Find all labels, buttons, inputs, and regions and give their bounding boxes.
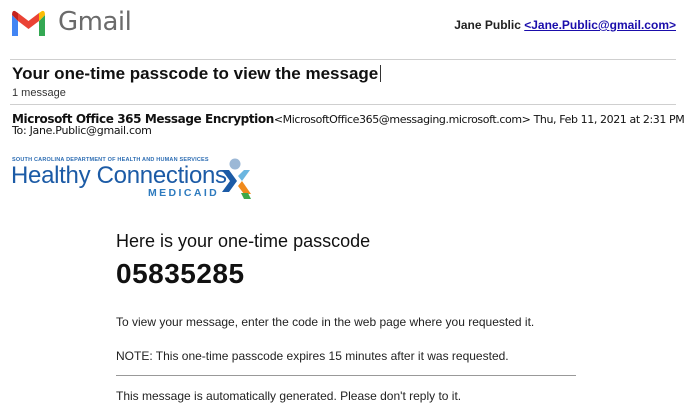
text-caret: [380, 65, 382, 82]
subject-divider: [10, 104, 676, 105]
instruction-text: To view your message, enter the code in …: [116, 315, 535, 329]
subject-text: Your one-time passcode to view the messa…: [12, 64, 379, 83]
expiry-note: NOTE: This one-time passcode expires 15 …: [116, 349, 509, 363]
account-info: Jane Public <Jane.Public@gmail.com>: [454, 18, 676, 32]
message-count: 1 message: [12, 87, 66, 99]
healthy-connections-x-icon: [222, 158, 251, 199]
user-name: Jane Public: [454, 18, 521, 32]
header-divider: [10, 59, 676, 60]
sender-email: <MicrosoftOffice365@messaging.microsoft.…: [273, 113, 531, 126]
passcode-heading: Here is your one-time passcode: [116, 231, 371, 251]
gmail-wordmark: Gmail: [58, 7, 132, 37]
user-email-link[interactable]: <Jane.Public@gmail.com>: [524, 18, 676, 32]
gmail-m-icon[interactable]: [10, 9, 47, 38]
recipient-line: To: Jane.Public@gmail.com: [12, 124, 152, 137]
auto-generated-notice: This message is automatically generated.…: [116, 389, 462, 403]
message-date: Thu, Feb 11, 2021 at 2:31 PM: [533, 113, 684, 126]
passcode-value: 05835285: [116, 258, 245, 289]
message-subject: Your one-time passcode to view the messa…: [12, 64, 382, 84]
brand-subtitle: MEDICAID: [148, 187, 220, 199]
brand-title: Healthy Connections: [11, 162, 227, 189]
body-divider: [116, 375, 576, 376]
